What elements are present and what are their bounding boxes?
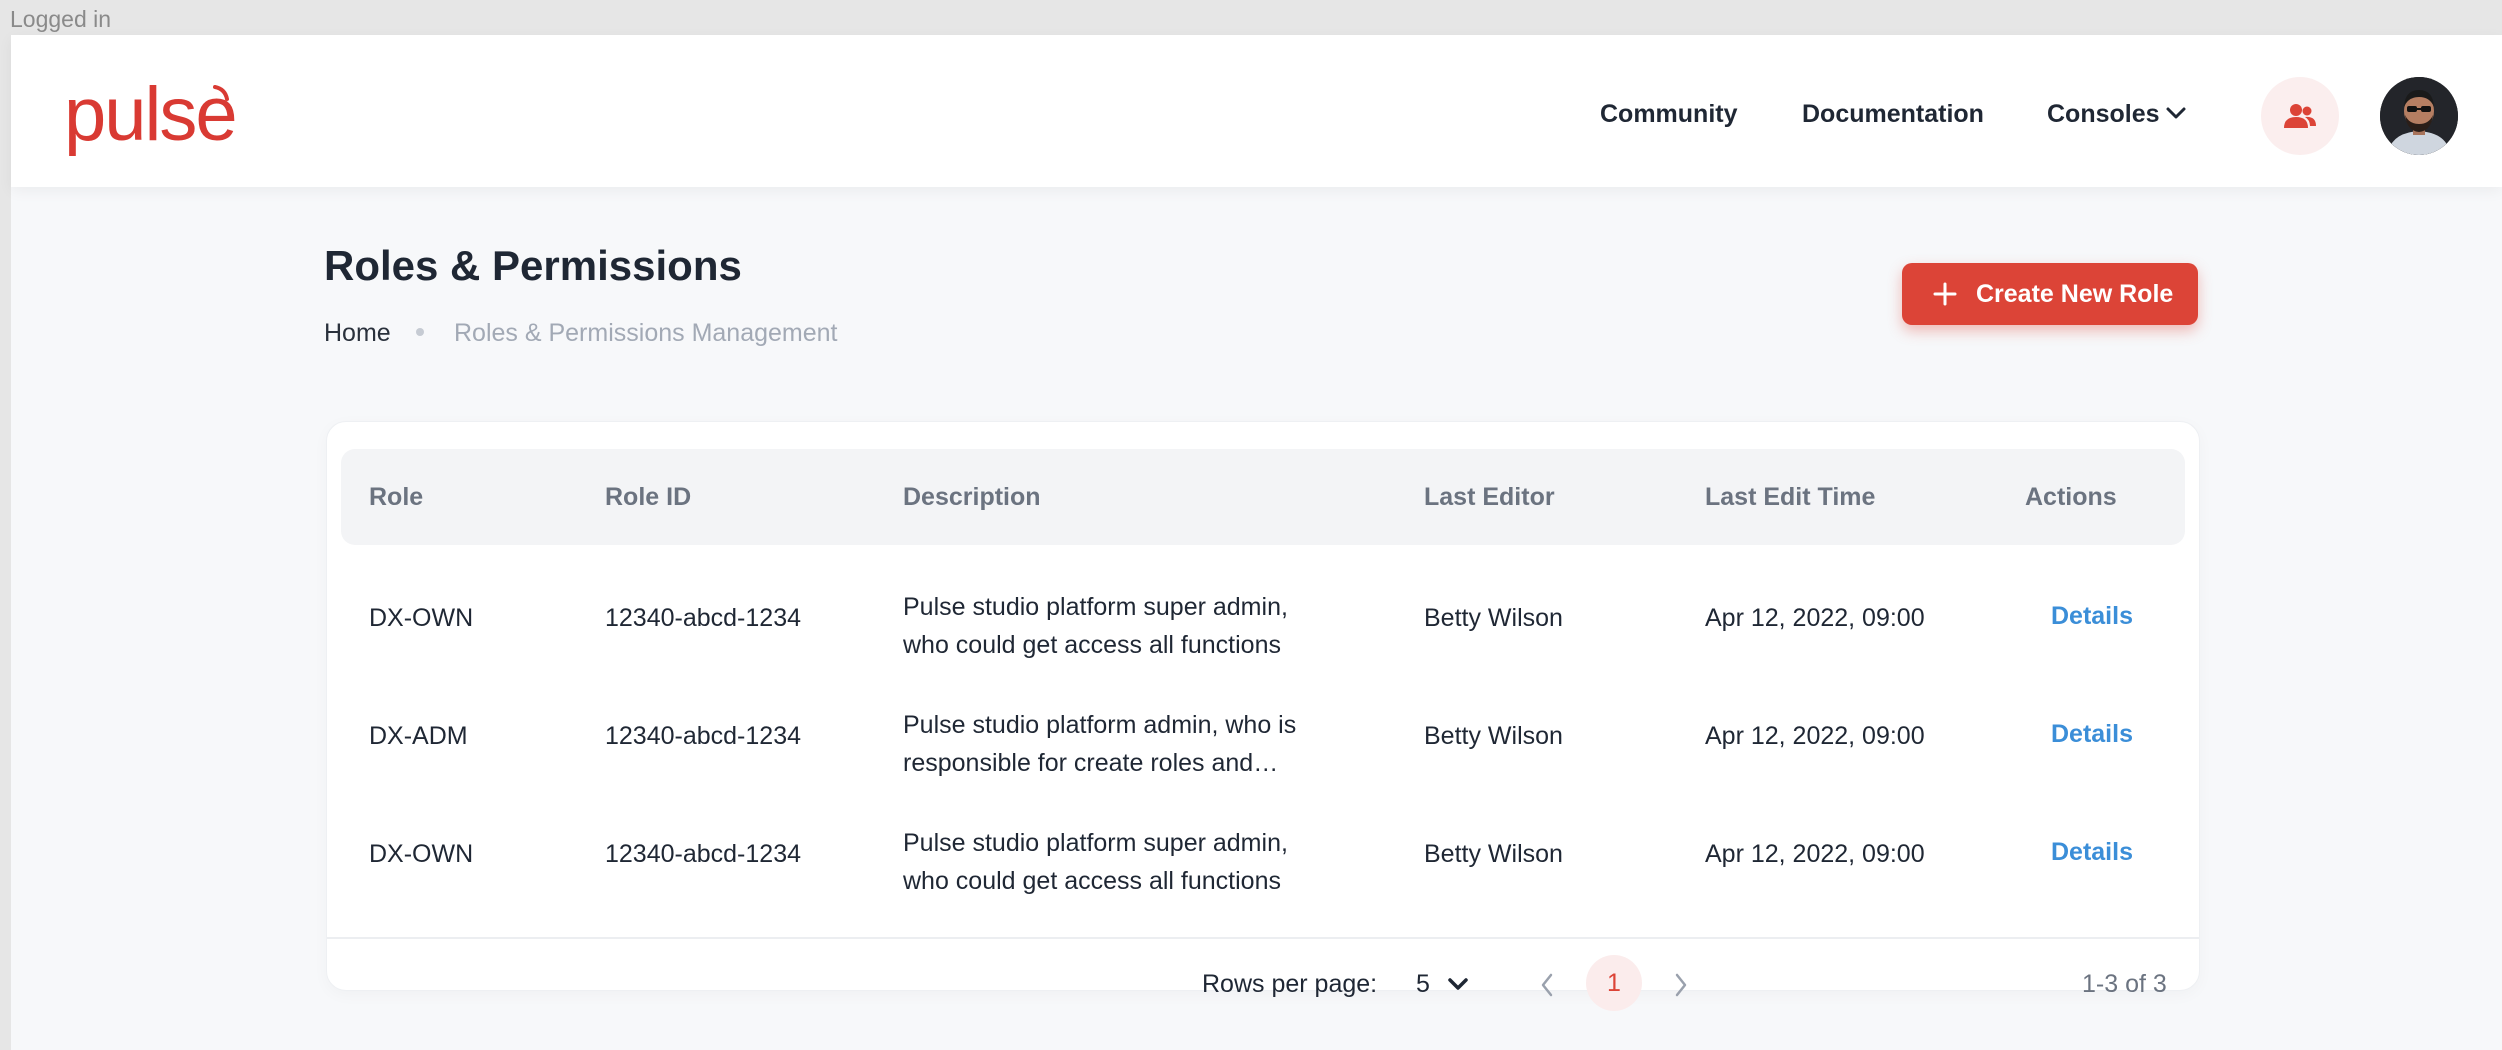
role-id-cell: 12340-abcd-1234 [605,604,801,632]
roles-table-card: Role Role ID Description Last Editor Las… [326,421,2200,1011]
status-bar: Logged in [0,0,2502,35]
chevron-left-icon[interactable] [1538,972,1556,998]
breadcrumb-separator [416,328,424,336]
nav-consoles[interactable]: Consoles [2047,100,2160,129]
page-title: Roles & Permissions [324,242,742,289]
role-cell: DX-OWN [369,840,474,868]
logo-accent-icon [213,85,229,101]
page-button-current[interactable]: 1 [1586,955,1642,1011]
role-id-cell: 12340-abcd-1234 [605,840,801,868]
nav-documentation[interactable]: Documentation [1802,100,1984,129]
users-icon [2284,104,2316,128]
column-header-actions: Actions [2025,483,2117,511]
create-new-role-label: Create New Role [1976,279,2174,308]
pagination-range: 1-3 of 3 [2082,970,2167,998]
last-edit-time-cell: Apr 12, 2022, 09:00 [1705,604,1925,632]
details-link[interactable]: Details [2051,720,2133,749]
table-header: Role Role ID Description Last Editor Las… [341,449,2185,545]
rows-per-page-select[interactable]: 5 [1416,970,1430,999]
column-header-description: Description [903,483,1041,511]
description-cell: Pulse studio platform super admin, who c… [903,829,1288,895]
chevron-down-icon[interactable] [2164,105,2188,121]
column-header-last-editor: Last Editor [1424,483,1555,511]
avatar[interactable] [2380,77,2458,155]
column-header-last-edit-time: Last Edit Time [1705,483,1876,511]
status-text: Logged in [10,6,112,32]
breadcrumb-current: Roles & Permissions Management [454,319,838,347]
role-id-cell: 12340-abcd-1234 [605,722,801,750]
avatar-image [2380,77,2458,155]
rows-per-page-label: Rows per page: [1202,970,1378,998]
details-link[interactable]: Details [2051,602,2133,631]
chevron-down-icon[interactable] [1447,976,1469,992]
last-editor-cell: Betty Wilson [1424,840,1563,868]
table-row: DX-OWN 12340-abcd-1234 Pulse studio plat… [327,560,2199,678]
plus-icon [1933,282,1957,306]
create-new-role-button[interactable]: Create New Role [1902,263,2198,325]
table-row: DX-OWN 12340-abcd-1234 Pulse studio plat… [327,796,2199,914]
last-editor-cell: Betty Wilson [1424,604,1563,632]
role-cell: DX-OWN [369,604,474,632]
top-navigation-bar: pulse Community Documentation Consoles [11,35,2502,187]
role-cell: DX-ADM [369,722,468,750]
users-button[interactable] [2261,77,2339,155]
last-editor-cell: Betty Wilson [1424,722,1563,750]
pulse-logo[interactable]: pulse [64,77,238,153]
table-pagination: Rows per page: 5 1 1-3 of 3 [327,937,2199,1029]
last-edit-time-cell: Apr 12, 2022, 09:00 [1705,840,1925,868]
table-row: DX-ADM 12340-abcd-1234 Pulse studio plat… [327,678,2199,796]
app-window: pulse Community Documentation Consoles R… [11,35,2502,1050]
description-cell: Pulse studio platform super admin, who c… [903,593,1288,659]
description-cell: Pulse studio platform admin, who is resp… [903,711,1297,777]
details-link[interactable]: Details [2051,838,2133,867]
chevron-right-icon[interactable] [1672,972,1690,998]
breadcrumb-home[interactable]: Home [324,319,391,348]
last-edit-time-cell: Apr 12, 2022, 09:00 [1705,722,1925,750]
column-header-role-id: Role ID [605,483,692,511]
column-header-role: Role [369,483,424,511]
nav-community[interactable]: Community [1600,100,1738,129]
